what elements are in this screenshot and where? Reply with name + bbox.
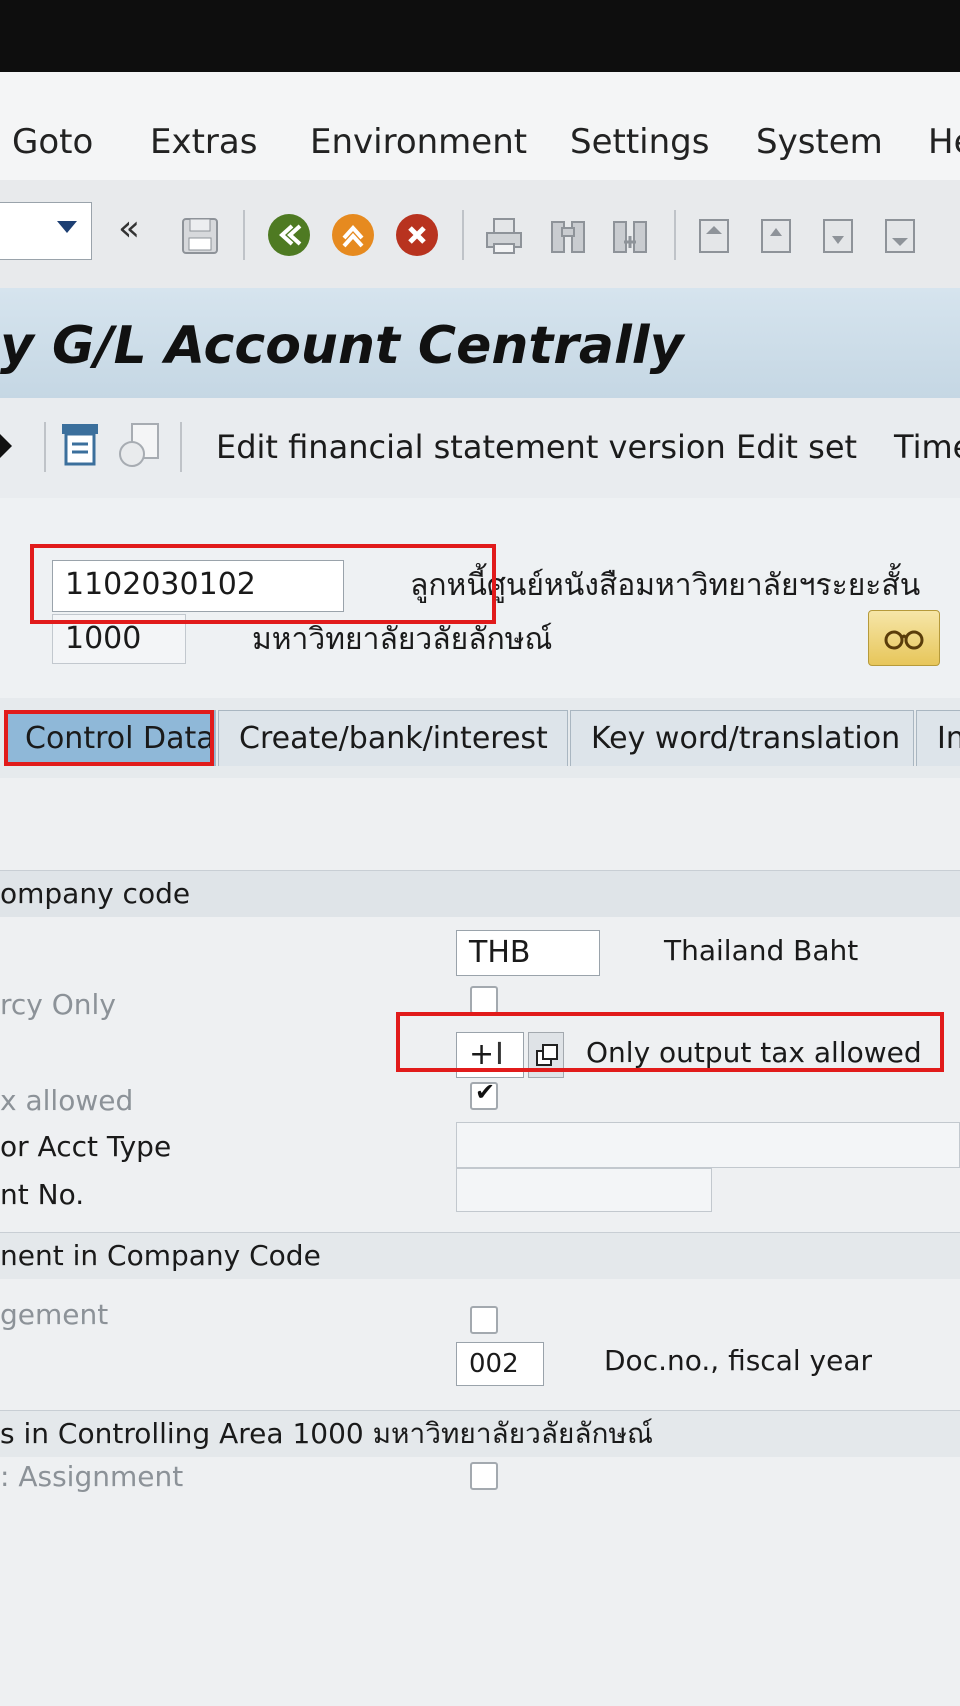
local-crcy-label: rcy Only (0, 988, 116, 1021)
page-title: y G/L Account Centrally (0, 316, 684, 376)
standard-toolbar: « (0, 180, 960, 289)
sort-key-text: Doc.no., fiscal year (604, 1344, 872, 1377)
command-field[interactable] (0, 202, 92, 260)
recon-account-field[interactable] (456, 1122, 960, 1168)
alt-account-label: nt No. (0, 1178, 85, 1211)
tab-create-bank-interest[interactable]: Create/bank/interest (218, 710, 568, 766)
recon-account-label: or Acct Type (0, 1130, 172, 1163)
first-page-icon[interactable] (694, 216, 734, 256)
find-next-icon[interactable] (610, 216, 650, 256)
section-account-management: nent in Company Code (0, 1232, 960, 1279)
menu-environment[interactable]: Environment (310, 122, 527, 162)
change-company-code-button[interactable] (868, 610, 940, 666)
collapse-button[interactable]: « (118, 208, 140, 249)
print-icon[interactable] (484, 216, 524, 256)
local-crcy-checkbox[interactable] (470, 986, 498, 1014)
tax-allowed-label: x allowed (0, 1084, 134, 1117)
previous-page-icon[interactable] (756, 216, 796, 256)
tax-allowed-checkbox[interactable] (470, 1078, 498, 1110)
highlight-box-tab (4, 710, 214, 766)
menu-goto[interactable]: Goto (12, 122, 93, 162)
cost-assignment-checkbox[interactable] (470, 1462, 498, 1490)
arrow-right-icon[interactable] (0, 428, 14, 464)
glasses-icon (884, 630, 924, 650)
exit-icon[interactable] (330, 212, 376, 258)
highlight-box-account (30, 544, 496, 624)
section-company-code: ompany code (0, 870, 960, 917)
save-icon[interactable] (180, 216, 220, 256)
menu-extras[interactable]: Extras (150, 122, 257, 162)
section-controlling-area: s in Controlling Area 1000 มหาวิทยาลัยวล… (0, 1410, 960, 1457)
copy-document-icon[interactable] (118, 422, 162, 468)
open-item-checkbox[interactable] (470, 1306, 498, 1334)
tab-information[interactable]: In (916, 710, 960, 766)
time-button[interactable]: Time (894, 428, 960, 466)
menu-help[interactable]: He (928, 122, 960, 162)
alt-account-field[interactable] (456, 1168, 712, 1212)
cost-assignment-label: : Assignment (0, 1460, 184, 1493)
find-icon[interactable] (548, 216, 588, 256)
cancel-icon[interactable] (394, 212, 440, 258)
menu-system[interactable]: System (756, 122, 883, 162)
currency-field[interactable]: THB (456, 930, 600, 976)
tab-strip: Control Data Create/bank/interest Key wo… (0, 698, 960, 778)
edit-fsv-button[interactable]: Edit financial statement version (216, 428, 726, 466)
account-header: 1102030102 ลูกหนี้ศูนย์หนังสือมหาวิทยาลั… (0, 498, 960, 698)
back-icon[interactable] (266, 212, 312, 258)
edit-set-button[interactable]: Edit set (736, 428, 857, 466)
application-toolbar: Edit financial statement version Edit se… (0, 398, 960, 499)
tab-key-word-translation[interactable]: Key word/translation (570, 710, 914, 766)
dropdown-arrow-icon[interactable] (57, 221, 77, 233)
highlight-box-tax (396, 1012, 944, 1072)
menu-settings[interactable]: Settings (570, 122, 709, 162)
currency-text: Thailand Baht (664, 934, 859, 967)
title-bar: y G/L Account Centrally (0, 288, 960, 398)
last-page-icon[interactable] (880, 216, 920, 256)
tab-content: ompany code THB Thailand Baht rcy Only +… (0, 778, 960, 1706)
sort-key-field[interactable]: 002 (456, 1342, 544, 1386)
next-page-icon[interactable] (818, 216, 858, 256)
sap-window: Goto Extras Environment Settings System … (0, 72, 960, 1706)
open-item-label: gement (0, 1298, 109, 1331)
display-document-icon[interactable] (60, 422, 100, 468)
menu-bar: Goto Extras Environment Settings System … (0, 72, 960, 180)
